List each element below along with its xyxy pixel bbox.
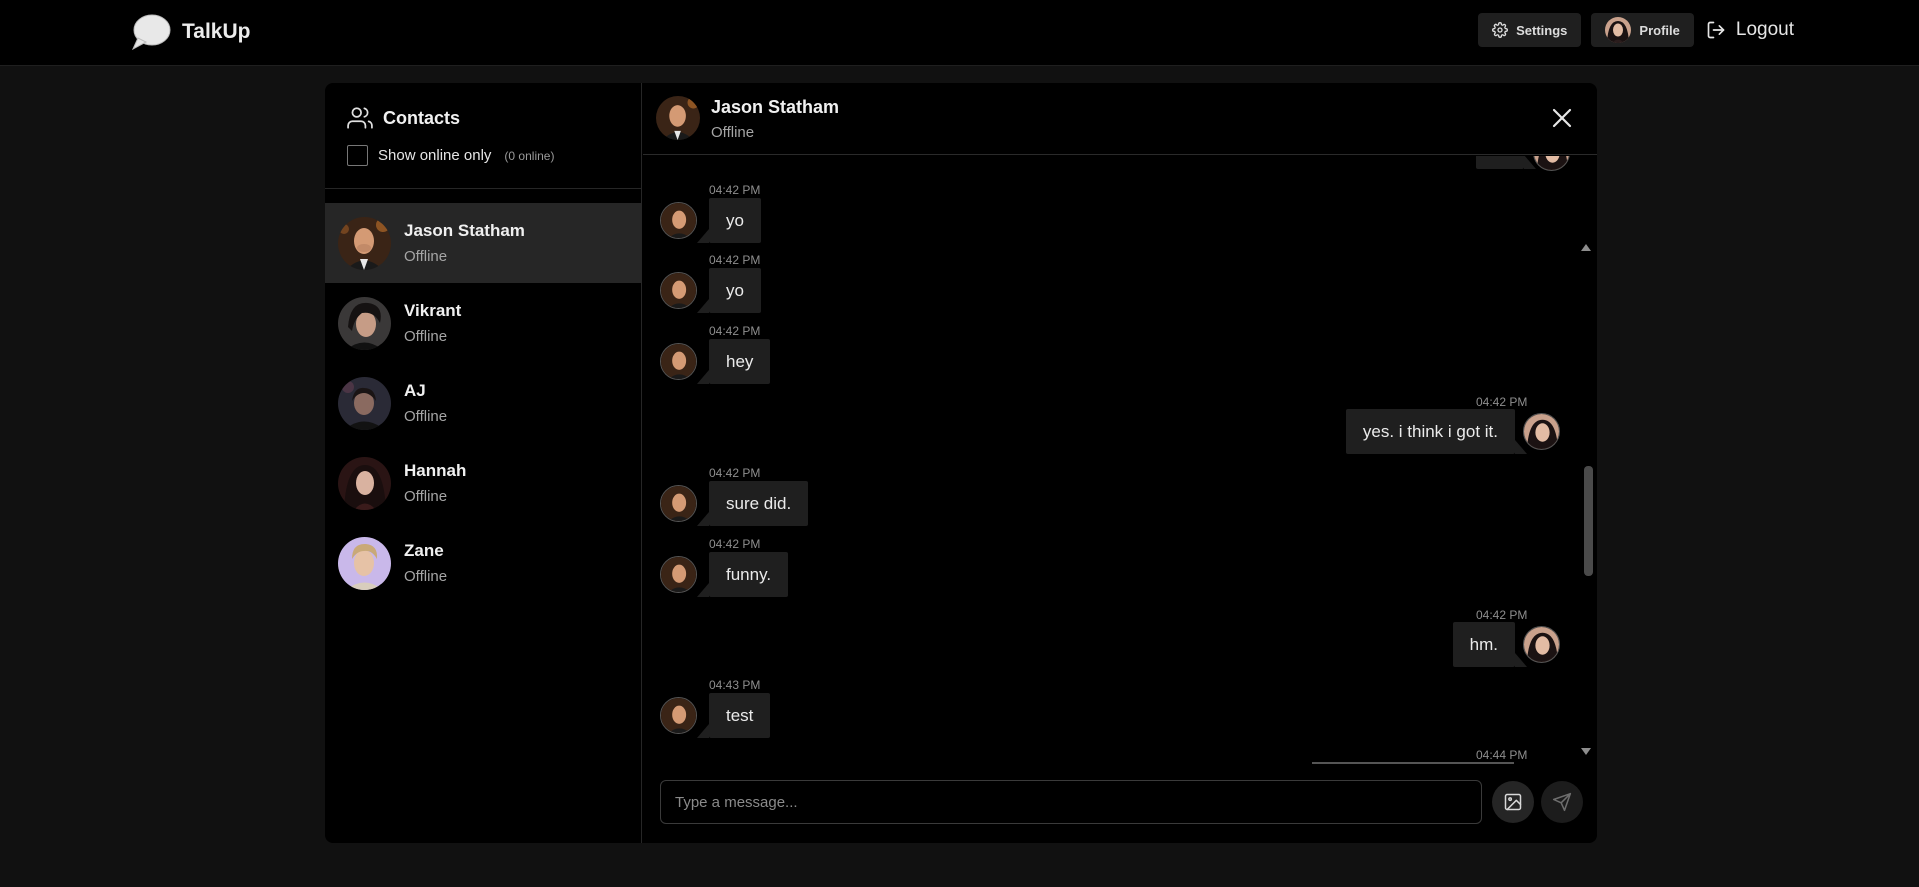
contact-name: Hannah bbox=[404, 461, 467, 480]
avatar bbox=[338, 456, 391, 510]
image-icon bbox=[1504, 793, 1522, 811]
avatar bbox=[660, 697, 697, 734]
contacts-sidebar: Contacts Show online only (0 online) Jas… bbox=[325, 83, 642, 843]
message-time: 04:42 PM bbox=[1476, 608, 1528, 622]
settings-button[interactable]: Settings bbox=[1478, 13, 1582, 47]
message-bubble: yo bbox=[697, 268, 761, 313]
contact-name: AJ bbox=[404, 381, 426, 400]
logout-icon bbox=[1707, 21, 1725, 39]
contact-status: Offline bbox=[404, 568, 448, 585]
user-avatar bbox=[1605, 17, 1632, 43]
settings-label: Settings bbox=[1516, 22, 1568, 38]
message-list[interactable]: 04:42 PM yo 04:42 PM yo 04:42 PM hey 04:… bbox=[643, 156, 1597, 764]
close-icon[interactable] bbox=[1551, 107, 1573, 129]
message-bubble: hm. bbox=[1452, 622, 1528, 667]
message-input[interactable] bbox=[660, 780, 1482, 824]
chat-avatar bbox=[656, 96, 700, 140]
online-filter: Show online only (0 online) bbox=[347, 145, 554, 166]
message-bubble: yes. i think i got it. bbox=[1345, 409, 1528, 454]
message-bubble: hey bbox=[696, 339, 771, 384]
profile-button[interactable]: Profile bbox=[1591, 13, 1694, 47]
message-time: 04:43 PM bbox=[709, 678, 761, 692]
contact-item-jason-statham[interactable]: Jason Statham Offline bbox=[325, 203, 642, 283]
avatar bbox=[338, 536, 391, 590]
avatar bbox=[1533, 156, 1570, 171]
contact-status: Offline bbox=[404, 328, 448, 345]
avatar bbox=[660, 485, 697, 522]
avatar bbox=[660, 556, 697, 593]
chat-panel: Contacts Show online only (0 online) Jas… bbox=[325, 83, 1597, 843]
message-time: 04:42 PM bbox=[709, 324, 761, 338]
send-icon bbox=[1552, 792, 1572, 812]
contact-name: Vikrant bbox=[404, 301, 462, 320]
message-time: 04:42 PM bbox=[1476, 395, 1528, 409]
contact-item-zane[interactable]: Zane Offline bbox=[325, 523, 642, 603]
logout-button[interactable]: Logout bbox=[1704, 19, 1794, 41]
app-name: TalkUp bbox=[182, 20, 251, 43]
send-button[interactable] bbox=[1541, 781, 1583, 823]
contact-item-vikrant[interactable]: Vikrant Offline bbox=[325, 283, 642, 363]
message-time: 04:42 PM bbox=[709, 537, 761, 551]
message-bubble: test bbox=[696, 693, 771, 738]
contacts-heading: Contacts bbox=[347, 105, 460, 131]
avatar bbox=[660, 202, 697, 239]
profile-label: Profile bbox=[1639, 22, 1680, 38]
gear-icon bbox=[1492, 22, 1509, 38]
avatar bbox=[338, 296, 391, 350]
scroll-down-arrow[interactable] bbox=[1581, 748, 1591, 755]
attach-image-button[interactable] bbox=[1492, 781, 1534, 823]
chat-bubble-icon bbox=[131, 14, 171, 51]
contact-status: Offline bbox=[404, 488, 448, 505]
contact-status: Offline bbox=[404, 248, 448, 265]
message-time: 04:42 PM bbox=[709, 253, 761, 267]
users-icon bbox=[347, 107, 373, 129]
scrollbar-thumb[interactable] bbox=[1584, 466, 1593, 576]
message-bubble: sure did. bbox=[696, 481, 809, 526]
logout-label: Logout bbox=[1735, 19, 1794, 40]
avatar bbox=[1523, 413, 1560, 450]
contact-status: Offline bbox=[404, 408, 448, 425]
avatar bbox=[338, 216, 391, 270]
contact-item-hannah[interactable]: Hannah Offline bbox=[325, 443, 642, 523]
contact-name: Jason Statham bbox=[404, 221, 525, 240]
chat-contact-status: Offline bbox=[711, 124, 755, 141]
message-bubble bbox=[1476, 156, 1536, 169]
message-time: 04:44 PM bbox=[1476, 748, 1528, 762]
message-time: 04:42 PM bbox=[709, 466, 761, 480]
sidebar-header: Contacts Show online only (0 online) bbox=[325, 83, 642, 189]
online-only-checkbox[interactable] bbox=[347, 145, 368, 166]
scroll-up-arrow[interactable] bbox=[1581, 244, 1591, 251]
chat-header: Jason Statham Offline bbox=[643, 83, 1597, 155]
message-composer bbox=[643, 764, 1597, 843]
avatar bbox=[338, 376, 391, 430]
online-count: (0 online) bbox=[504, 148, 555, 163]
message-time: 04:42 PM bbox=[709, 183, 761, 197]
contact-name: Zane bbox=[404, 541, 444, 560]
chat-area: Jason Statham Offline 04:42 PM yo 04:42 … bbox=[643, 83, 1597, 843]
navbar: TalkUp Settings Profile Logout bbox=[0, 0, 1919, 66]
message-bubble: yo bbox=[697, 198, 761, 243]
contacts-title: Contacts bbox=[383, 107, 461, 128]
message-bubble: funny. bbox=[696, 552, 789, 597]
online-only-label[interactable]: Show online only bbox=[378, 147, 491, 164]
chat-contact-name: Jason Statham bbox=[711, 97, 840, 117]
contact-item-aj[interactable]: AJ Offline bbox=[325, 363, 642, 443]
avatar bbox=[1523, 626, 1560, 663]
avatar bbox=[660, 343, 697, 380]
brand[interactable]: TalkUp bbox=[130, 12, 250, 52]
avatar bbox=[660, 272, 697, 309]
